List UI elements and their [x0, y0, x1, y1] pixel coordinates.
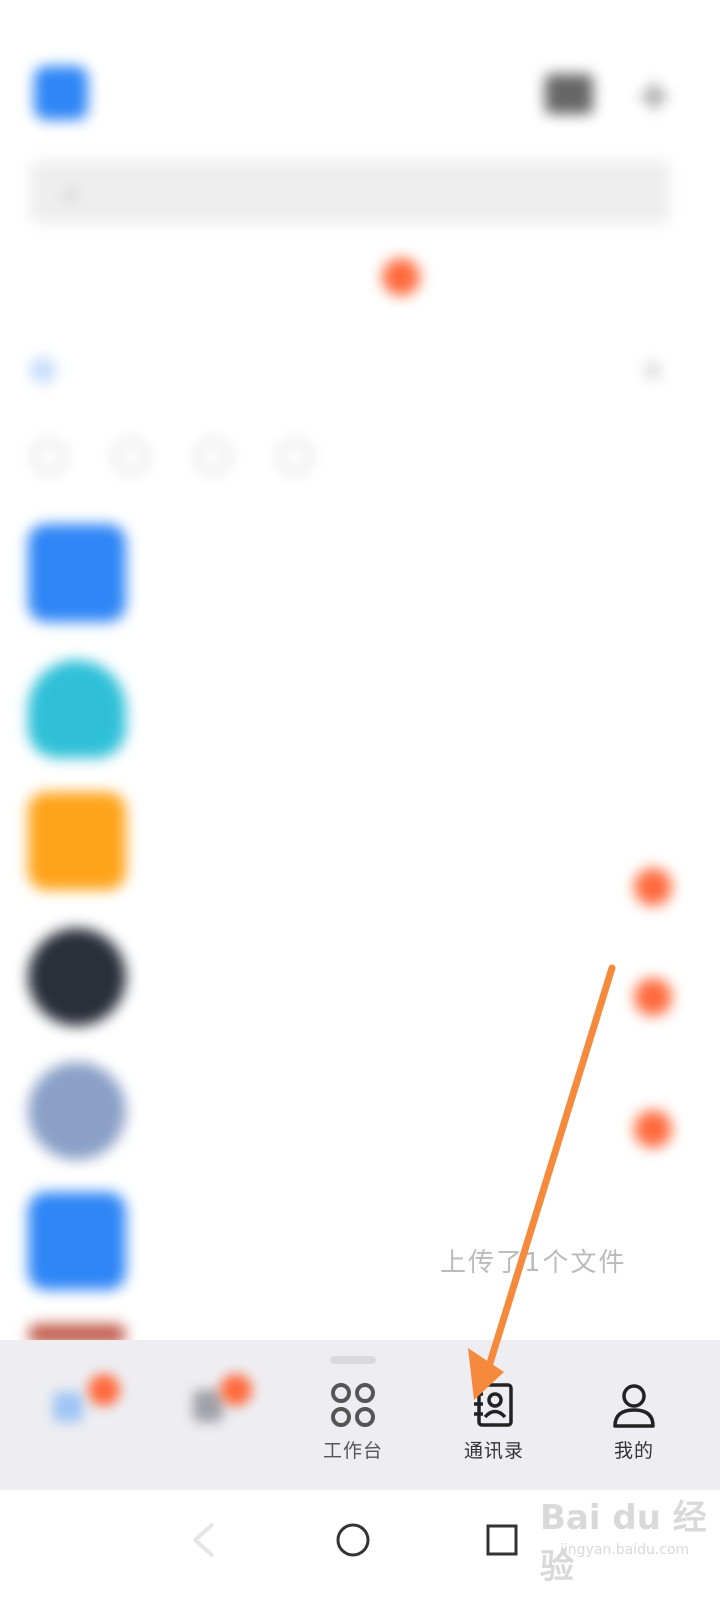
blurred-app-content: + ⌕ ◎ ×: [0, 0, 720, 1344]
quick-action-badge: [382, 258, 420, 296]
bell-icon: ◎: [30, 351, 57, 386]
watermark-url: jingyan.baidu.com: [560, 1542, 690, 1558]
chat-item[interactable]: [0, 788, 720, 918]
filter-icon[interactable]: [32, 440, 66, 474]
grid-icon: [331, 1383, 375, 1427]
home-icon[interactable]: [323, 1510, 383, 1570]
filter-icon[interactable]: [278, 440, 312, 474]
avatar: [28, 1192, 126, 1290]
avatar: [28, 1062, 126, 1160]
unread-badge: [220, 1374, 252, 1406]
bottom-nav: 工作台 通讯录 我的: [0, 1340, 720, 1490]
unread-badge: [634, 1110, 672, 1148]
search-icon: ⌕: [64, 178, 79, 208]
nav-label: 通讯录: [463, 1440, 524, 1462]
chat-preview-visible: 上传了1个文件: [440, 1248, 627, 1278]
unread-badge: [634, 978, 672, 1016]
org-logo[interactable]: [34, 66, 88, 120]
nav-label: 我的: [613, 1440, 654, 1462]
notice-banner[interactable]: ◎ ×: [0, 345, 720, 399]
watermark: Bai du 经验 jingyan.baidu.com: [540, 1490, 710, 1590]
avatar: [28, 792, 126, 890]
back-icon[interactable]: [175, 1510, 235, 1570]
recents-icon[interactable]: [472, 1510, 532, 1570]
quick-actions: [0, 250, 720, 310]
nav-item-me[interactable]: 我的: [574, 1380, 694, 1490]
nav-item-workbench[interactable]: 工作台: [293, 1380, 413, 1490]
filter-row: [0, 440, 720, 480]
avatar: [28, 660, 126, 758]
unread-badge: [634, 868, 672, 906]
chat-item[interactable]: [0, 656, 720, 786]
avatar: [28, 524, 126, 622]
nav-item-contacts[interactable]: 通讯录: [434, 1380, 554, 1490]
avatar: [28, 928, 126, 1026]
nav-item-messages[interactable]: [10, 1374, 130, 1490]
filter-icon[interactable]: [196, 440, 230, 474]
contacts-icon: [474, 1383, 513, 1427]
watermark-brand: Bai du 经验: [540, 1498, 707, 1587]
close-icon[interactable]: ×: [640, 353, 665, 388]
status-bar: [0, 0, 720, 50]
person-icon: [613, 1384, 655, 1428]
filter-icon[interactable]: [114, 440, 148, 474]
add-icon[interactable]: +: [632, 74, 676, 118]
chat-item[interactable]: [0, 520, 720, 650]
unread-badge: [88, 1374, 120, 1406]
drag-handle[interactable]: [330, 1356, 376, 1364]
chat-item[interactable]: [0, 924, 720, 1054]
chat-item[interactable]: [0, 1058, 720, 1188]
scan-icon[interactable]: [545, 74, 593, 114]
nav-item-docs[interactable]: [150, 1374, 270, 1490]
nav-label: 工作台: [322, 1440, 383, 1462]
search-input[interactable]: [30, 160, 670, 224]
